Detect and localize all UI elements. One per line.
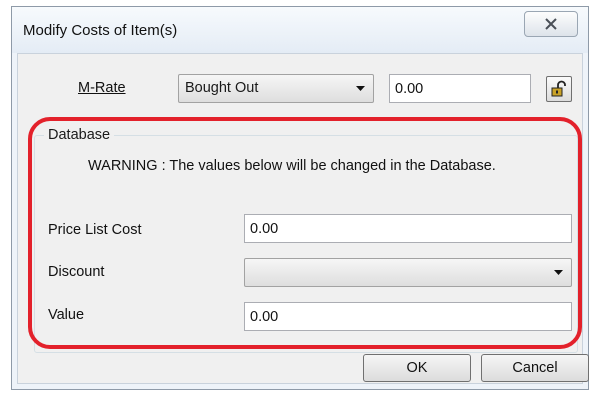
database-warning-text: WARNING : The values below will be chang… [88, 158, 496, 174]
lock-button[interactable] [546, 76, 572, 102]
value-label: Value [48, 307, 85, 323]
value-field[interactable] [244, 302, 572, 331]
ok-button[interactable]: OK [363, 354, 471, 382]
dialog-body: M-Rate Bought Out Database WARNING : The… [17, 53, 589, 384]
title-bar[interactable]: Modify Costs of Item(s) [12, 7, 588, 53]
m-rate-value-input[interactable] [390, 75, 530, 102]
m-rate-dropdown[interactable]: Bought Out [178, 74, 374, 103]
cancel-button[interactable]: Cancel [481, 354, 589, 382]
dialog-window: Modify Costs of Item(s) M-Rate Bought Ou… [11, 6, 589, 390]
close-button[interactable] [524, 11, 578, 37]
value-input[interactable] [245, 303, 571, 330]
window-title: Modify Costs of Item(s) [23, 22, 178, 39]
m-rate-value-field[interactable] [389, 74, 531, 103]
discount-label: Discount [48, 264, 105, 280]
discount-dropdown[interactable] [244, 258, 572, 287]
m-rate-selected-value: Bought Out [185, 80, 259, 96]
padlock-unlocked-icon [551, 80, 566, 97]
price-list-cost-input[interactable] [245, 215, 571, 242]
chevron-down-icon [554, 270, 563, 275]
chevron-down-icon [356, 86, 365, 91]
price-list-cost-label: Price List Cost [48, 222, 142, 238]
close-x-icon [545, 18, 557, 30]
price-list-cost-field[interactable] [244, 214, 572, 243]
database-group-title: Database [44, 127, 115, 143]
m-rate-label: M-Rate [78, 80, 126, 96]
